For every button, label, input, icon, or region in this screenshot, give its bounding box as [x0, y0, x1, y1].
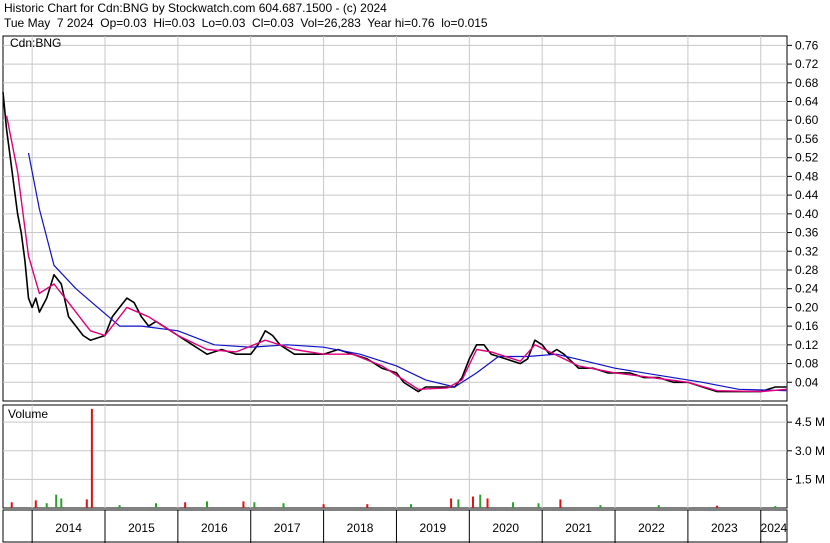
volume-tick-label: 4.5 M	[795, 415, 825, 429]
price-tick-label: 0.24	[795, 282, 819, 296]
year-tick-label: 2019	[420, 521, 447, 535]
year-tick-label: 2014	[55, 521, 82, 535]
volume-panel: 1.5 M 3.0 M 4.5 M	[2, 404, 825, 509]
year-tick-label: 2021	[565, 521, 592, 535]
stock-chart: 0.04 0.08 0.12 0.16 0.20 0.24 0.28 0.32 0.36 0.40…	[2, 35, 825, 543]
price-panel: 0.04 0.08 0.12 0.16 0.20 0.24 0.28 0.32 0.36 0.40…	[2, 35, 819, 402]
price-tick-label: 0.12	[795, 338, 819, 352]
price-tick-label: 0.64	[795, 95, 819, 109]
year-tick-label: 2022	[638, 521, 665, 535]
price-tick-label: 0.56	[795, 132, 819, 146]
price-tick-label: 0.52	[795, 151, 819, 165]
price-tick-label: 0.60	[795, 113, 819, 127]
year-tick-label: 2020	[492, 521, 519, 535]
price-tick-label: 0.76	[795, 38, 819, 52]
volume-label: Volume	[8, 407, 48, 421]
year-tick-label: 2023	[711, 521, 738, 535]
year-tick-label: 2015	[128, 521, 155, 535]
price-tick-label: 0.08	[795, 357, 819, 371]
price-tick-label: 0.04	[795, 375, 819, 389]
price-tick-label: 0.68	[795, 76, 819, 90]
year-tick-label: 2017	[274, 521, 301, 535]
price-tick-label: 0.48	[795, 169, 819, 183]
year-tick-label: 2016	[201, 521, 228, 535]
price-tick-label: 0.28	[795, 263, 819, 277]
price-tick-label: 0.16	[795, 319, 819, 333]
date-axis-frame	[2, 509, 788, 543]
price-tick-label: 0.36	[795, 226, 819, 240]
price-frame	[2, 35, 788, 402]
price-tick-label: 0.32	[795, 244, 819, 258]
price-tick-label: 0.20	[795, 300, 819, 314]
year-tick-label: 2018	[347, 521, 374, 535]
symbol-label: Cdn:BNG	[10, 36, 61, 50]
year-tick-label: 2024	[761, 521, 788, 535]
date-axis: 2014 2015 2016 2017 2018 2019 2020 2021 2022 2023…	[2, 509, 788, 543]
price-tick-label: 0.40	[795, 207, 819, 221]
volume-tick-label: 1.5 M	[795, 472, 825, 486]
price-tick-label: 0.44	[795, 188, 819, 202]
volume-tick-label: 3.0 M	[795, 444, 825, 458]
price-tick-label: 0.72	[795, 57, 819, 71]
volume-frame	[2, 404, 788, 509]
